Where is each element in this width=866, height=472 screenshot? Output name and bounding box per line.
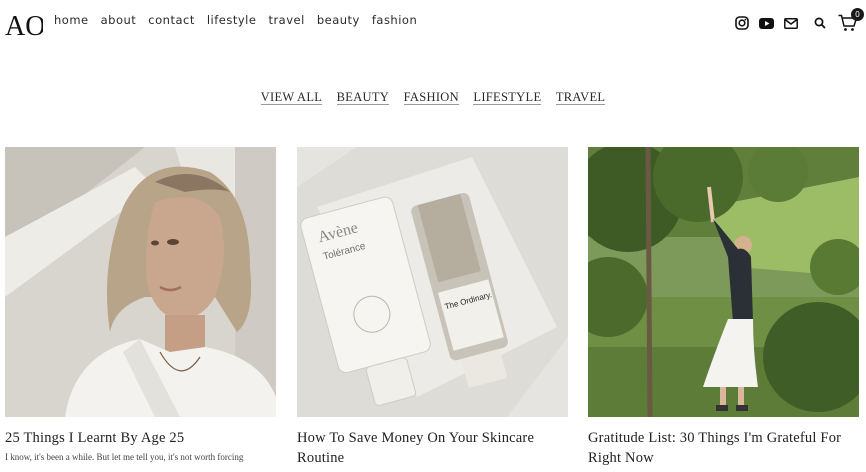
- filter-beauty[interactable]: BEAUTY: [336, 90, 390, 105]
- cart-button[interactable]: 0: [838, 8, 864, 32]
- header-icons: 0: [725, 8, 864, 32]
- mail-icon[interactable]: [784, 17, 798, 29]
- nav-about[interactable]: about: [101, 13, 137, 27]
- cart-count-badge: 0: [851, 8, 864, 21]
- instagram-icon[interactable]: [735, 16, 749, 30]
- main-nav: home about contact lifestyle travel beau…: [54, 13, 429, 27]
- search-icon[interactable]: [814, 17, 826, 29]
- filter-travel[interactable]: TRAVEL: [555, 90, 606, 105]
- nav-fashion[interactable]: fashion: [372, 13, 417, 27]
- post-image-2[interactable]: Avène Tolérance The Ordinary.: [297, 147, 568, 417]
- post-image-3[interactable]: [588, 147, 859, 417]
- nav-lifestyle[interactable]: lifestyle: [207, 13, 257, 27]
- filter-fashion[interactable]: FASHION: [403, 90, 459, 105]
- nav-beauty[interactable]: beauty: [317, 13, 360, 27]
- site-logo[interactable]: AO: [5, 8, 43, 42]
- post-title-2[interactable]: How To Save Money On Your Skincare Routi…: [297, 428, 568, 468]
- post-card-1: 25 Things I Learnt By Age 25 I know, it'…: [5, 147, 276, 462]
- category-filters: VIEW ALL BEAUTY FASHION LIFESTYLE TRAVEL: [0, 88, 866, 106]
- filter-view-all[interactable]: VIEW ALL: [260, 90, 323, 105]
- post-card-2: Avène Tolérance The Ordinary. How To Sav…: [297, 147, 568, 468]
- post-image-1[interactable]: [5, 147, 276, 417]
- post-title-1[interactable]: 25 Things I Learnt By Age 25: [5, 428, 276, 448]
- post-excerpt-1: I know, it's been a while. But let me te…: [5, 452, 244, 462]
- youtube-icon[interactable]: [759, 17, 774, 29]
- nav-home[interactable]: home: [54, 13, 89, 27]
- nav-travel[interactable]: travel: [268, 13, 304, 27]
- nav-contact[interactable]: contact: [148, 13, 195, 27]
- post-title-3[interactable]: Gratitude List: 30 Things I'm Grateful F…: [588, 428, 859, 468]
- logo-text: AO: [5, 11, 43, 42]
- post-card-3: Gratitude List: 30 Things I'm Grateful F…: [588, 147, 859, 468]
- filter-lifestyle[interactable]: LIFESTYLE: [473, 90, 542, 105]
